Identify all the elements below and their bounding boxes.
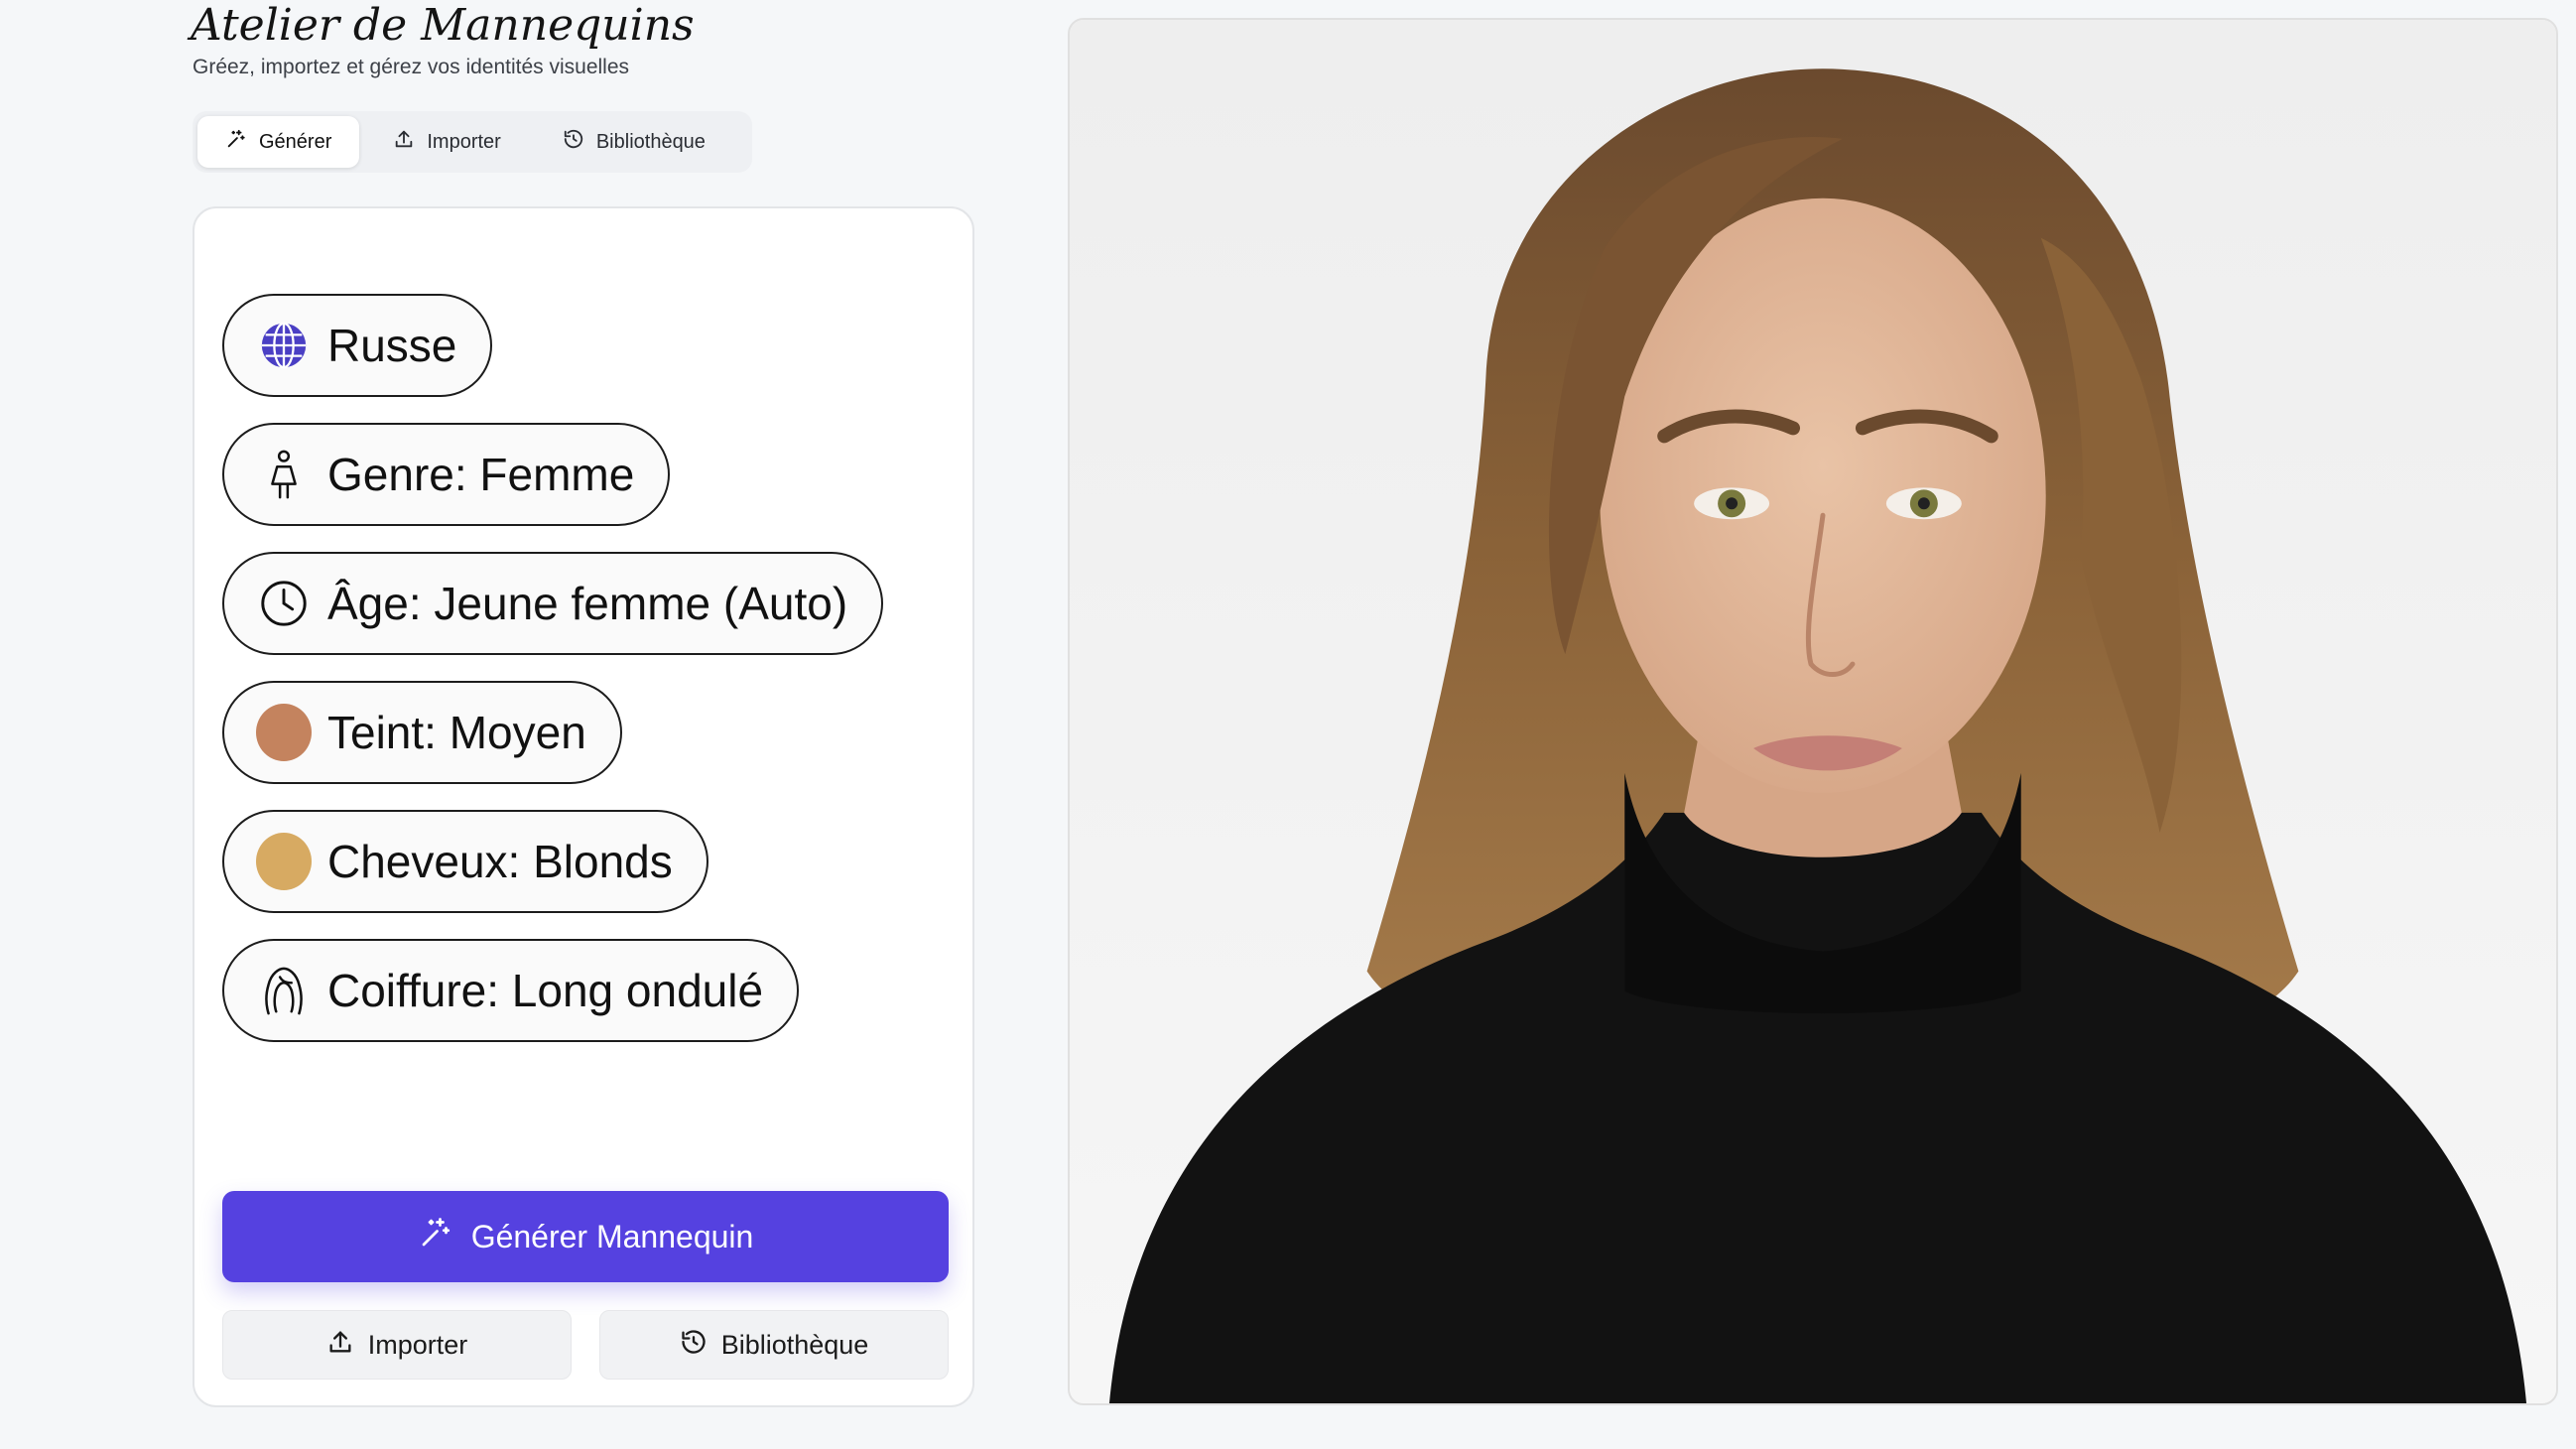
tab-importer[interactable]: Importer — [365, 116, 528, 168]
upload-icon — [393, 128, 415, 156]
generate-model-button[interactable]: Générer Mannequin — [222, 1191, 949, 1282]
sparkle-icon — [418, 1215, 453, 1258]
generate-button-label: Générer Mannequin — [470, 1218, 754, 1254]
chip-label: Russe — [327, 320, 457, 371]
generator-panel: Russe Genre: Femme Âge: Jeune femme (Aut… — [193, 206, 974, 1407]
tab-label: Générer — [259, 130, 332, 153]
hairstyle-icon — [256, 963, 312, 1018]
chip-hairstyle[interactable]: Coiffure: Long ondulé — [222, 939, 800, 1042]
chip-label: Âge: Jeune femme (Auto) — [327, 578, 848, 629]
hair-swatch-icon — [256, 833, 312, 890]
history-icon — [680, 1328, 708, 1363]
chip-nationality[interactable]: Russe — [222, 294, 493, 397]
library-button-label: Bibliothèque — [720, 1329, 869, 1360]
tab-label: Bibliothèque — [595, 130, 706, 153]
chip-gender[interactable]: Genre: Femme — [222, 423, 671, 526]
app-subtitle: Gréez, importez et gérez vos identités v… — [193, 56, 630, 78]
skin-swatch — [256, 704, 312, 761]
import-button[interactable]: Importer — [222, 1310, 572, 1380]
woman-icon — [256, 447, 312, 502]
history-icon — [563, 128, 584, 156]
portrait-illustration — [1070, 20, 2556, 1403]
tab-bibliotheque[interactable]: Bibliothèque — [535, 116, 733, 168]
hair-swatch — [256, 833, 312, 890]
model-preview-image — [1068, 18, 2558, 1405]
chip-hair-color[interactable]: Cheveux: Blonds — [222, 810, 708, 913]
import-button-label: Importer — [367, 1329, 468, 1360]
chip-label: Genre: Femme — [327, 449, 635, 500]
mode-tabs: Générer Importer Bibliothèque — [193, 111, 752, 173]
chip-skin-tone[interactable]: Teint: Moyen — [222, 681, 622, 784]
upload-icon — [326, 1328, 354, 1363]
app-title: Atelier de Mannequins — [191, 0, 695, 51]
tab-generer[interactable]: Générer — [197, 116, 360, 168]
chip-age[interactable]: Âge: Jeune femme (Auto) — [222, 552, 884, 655]
globe-icon — [256, 318, 312, 373]
chip-label: Cheveux: Blonds — [327, 836, 673, 887]
chip-label: Coiffure: Long ondulé — [327, 965, 764, 1016]
chip-label: Teint: Moyen — [327, 707, 586, 758]
clock-icon — [256, 576, 312, 631]
library-button[interactable]: Bibliothèque — [599, 1310, 949, 1380]
tab-label: Importer — [427, 130, 501, 153]
sparkle-icon — [225, 128, 247, 156]
skin-swatch-icon — [256, 704, 312, 761]
